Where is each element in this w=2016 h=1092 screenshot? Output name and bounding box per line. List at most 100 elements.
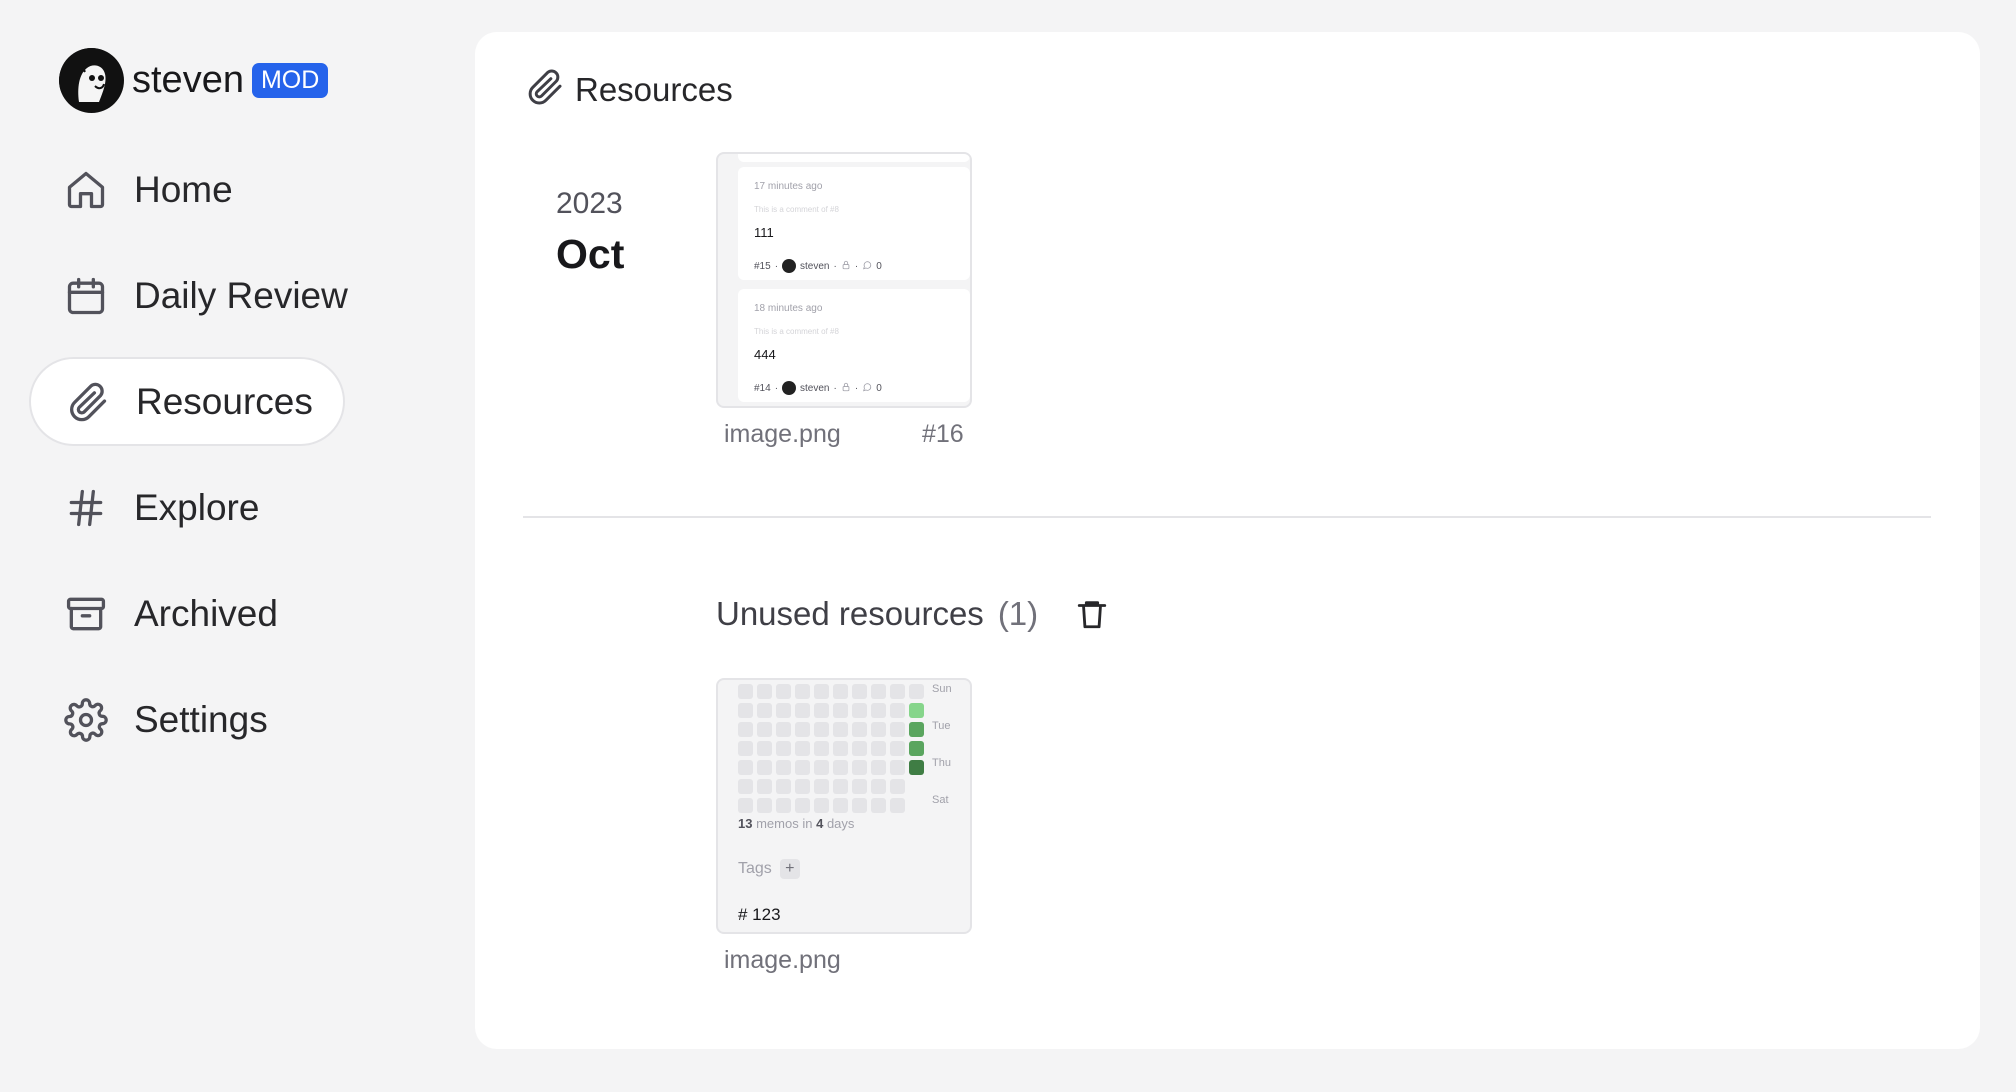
avatar [782,259,797,273]
heatmap-cell [833,760,848,775]
nav-label: Daily Review [134,274,348,316]
nav-label: Home [134,168,233,210]
resource-filename[interactable]: image.png [724,420,841,449]
heatmap-cell [852,703,867,718]
date-month: Oct [556,231,625,277]
memo-comments: 0 [876,382,882,394]
heatmap-cell [890,703,905,718]
tag-item: # 123 [738,905,781,924]
resource-memo-link[interactable]: #16 [922,420,964,449]
heatmap-cell [776,760,791,775]
tags-label: Tags [738,860,772,877]
heatmap-cell [833,684,848,699]
heatmap-cell [738,703,753,718]
heatmap-cell [833,703,848,718]
sidebar: steven MOD Home Daily Review Resources E… [0,0,460,1092]
nav-label: Explore [134,486,260,528]
heatmap-cell [757,722,772,737]
heatmap-cell [833,779,848,794]
nav-item-resources[interactable]: Resources [29,357,345,446]
heatmap-day-label: Thu [932,757,951,769]
user-profile[interactable]: steven MOD [59,48,329,113]
heatmap-cell [795,798,810,813]
memo-card: 17 minutes ago This is a comment of #8 1… [738,167,970,280]
heatmap-cell [814,798,829,813]
heatmap-cell [852,798,867,813]
paperclip-icon [525,67,565,112]
heatmap-cell [890,684,905,699]
heatmap-day-label: Tue [932,720,951,732]
heatmap-cell [909,760,924,775]
stat-count: 13 [738,816,753,831]
heatmap-cell [890,779,905,794]
heatmap-cell [814,684,829,699]
memo-id: #15 [754,260,771,272]
memo-author: steven [800,382,830,394]
avatar [782,381,797,395]
heatmap-cell [757,684,772,699]
nav-label: Resources [136,380,313,422]
heatmap-cell [814,741,829,756]
page-title: Resources [525,67,733,112]
nav-item-archived[interactable]: Archived [29,569,278,658]
heatmap-cell [871,703,886,718]
heatmap-cell [776,684,791,699]
heatmap-cell [833,798,848,813]
heatmap-cell [795,779,810,794]
nav-item-settings[interactable]: Settings [29,675,268,764]
heatmap-cell [871,798,886,813]
heatmap-cell [814,779,829,794]
heatmap-cell [776,741,791,756]
memo-note: This is a comment of #8 [754,205,839,214]
nav-item-home[interactable]: Home [29,145,233,234]
heatmap-cell [795,722,810,737]
lock-icon [841,260,851,273]
unused-resource-thumbnail[interactable]: Sun Tue Thu Sat 13 memos in 4 days Tags … [716,678,972,934]
resources-panel: Resources 2023 Oct 17 minutes ago This i… [475,32,1980,1049]
heatmap-cell [890,760,905,775]
memo-meta: #14 · steven · · 0 [754,381,882,395]
heatmap-cell [814,722,829,737]
heatmap-cell [852,741,867,756]
heatmap-cell [814,760,829,775]
unused-resources-count: (1) [997,595,1039,632]
trash-icon[interactable] [1072,594,1112,634]
heatmap-cell [757,741,772,756]
plus-icon: + [779,859,800,879]
heatmap-cell [795,760,810,775]
stat-text: memos in [756,816,813,831]
heatmap-cell [776,703,791,718]
lock-icon [841,382,851,395]
heatmap-cell [757,798,772,813]
nav-item-explore[interactable]: Explore [29,463,259,552]
username: steven [132,59,244,101]
nav-label: Archived [134,592,278,634]
memo-content: 444 [754,347,776,362]
nav-label: Settings [134,698,268,740]
tags-section: Tags + [738,859,800,879]
heatmap-cell [757,760,772,775]
heatmap-cell [909,703,924,718]
divider [523,516,1931,518]
memo-author: steven [800,260,830,272]
heatmap-cell [890,798,905,813]
heatmap-cell [738,684,753,699]
resource-filename[interactable]: image.png [724,946,841,975]
heatmap-cell [852,760,867,775]
nav-item-daily-review[interactable]: Daily Review [29,251,348,340]
memo-comments: 0 [876,260,882,272]
heatmap-cell [738,741,753,756]
heatmap-cell [852,779,867,794]
heatmap-cell [738,779,753,794]
heatmap-cell [776,779,791,794]
heatmap-day-label: Sun [932,683,952,695]
memo-content: 111 [754,225,774,240]
heatmap-cell [909,722,924,737]
memo-card-fragment [738,154,970,162]
memo-time: 18 minutes ago [754,303,823,314]
heatmap-cell [890,722,905,737]
heatmap-cell [795,741,810,756]
avatar [59,48,124,113]
resource-thumbnail[interactable]: 17 minutes ago This is a comment of #8 1… [716,152,972,408]
date-year: 2023 [556,187,623,220]
